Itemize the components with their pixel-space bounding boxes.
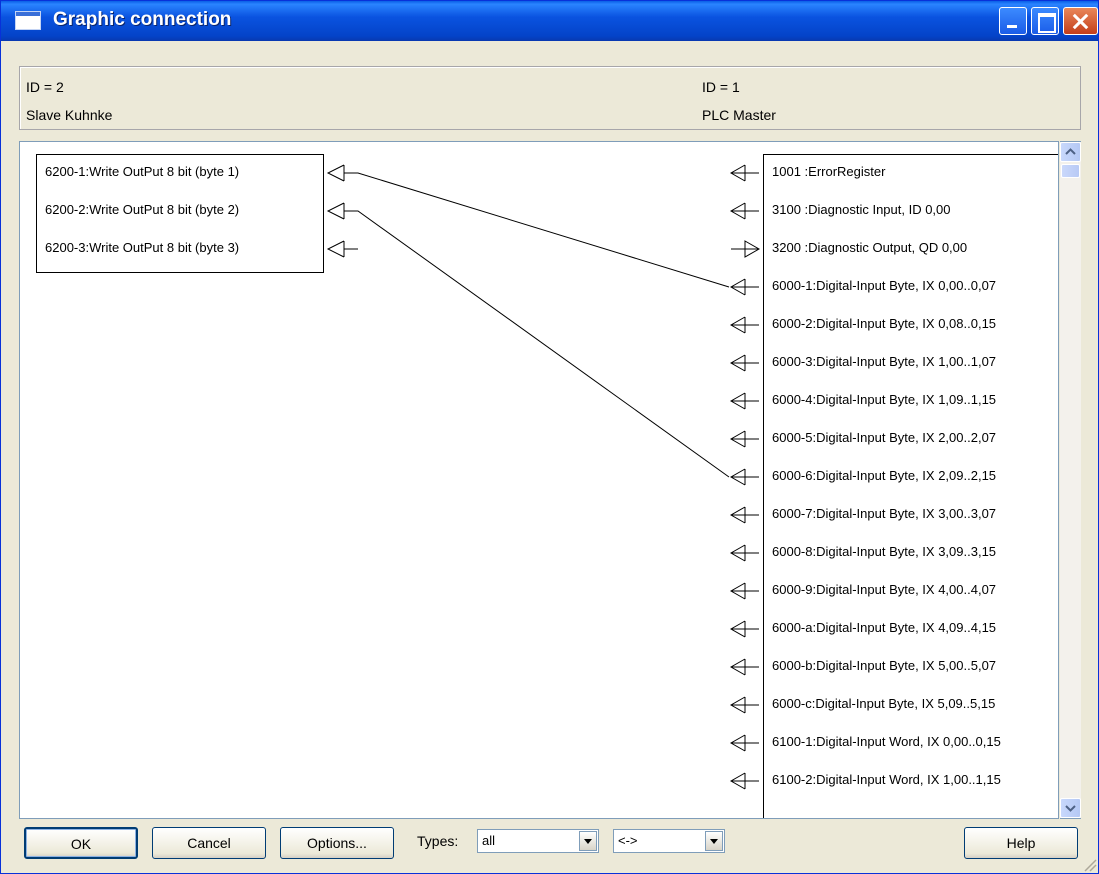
window-title: Graphic connection [53, 9, 232, 30]
slave-object-list: 6200-1:Write OutPut 8 bit (byte 1) 6200-2… [36, 154, 324, 273]
chevron-up-icon [1065, 148, 1076, 155]
types-label: Types: [417, 833, 459, 849]
connection-line[interactable] [344, 172, 730, 288]
slave-name: Slave Kuhnke [26, 107, 113, 123]
master-object-item[interactable]: 1001 :ErrorRegister [772, 164, 1054, 179]
input-port-icon [729, 734, 759, 752]
master-object-item[interactable]: 6000-c:Digital-Input Byte, IX 5,09..5,15 [772, 696, 1054, 711]
device-info-panel: ID = 2 Slave Kuhnke ID = 1 PLC Master [19, 66, 1081, 130]
master-name: PLC Master [702, 107, 776, 123]
ok-button[interactable]: OK [24, 827, 138, 859]
slave-object-item[interactable]: 6200-3:Write OutPut 8 bit (byte 3) [45, 240, 317, 255]
input-port-icon [729, 164, 759, 182]
input-port-icon [729, 696, 759, 714]
graphic-connection-window: Graphic connection ID = 2 Slave Kuhnke I… [0, 0, 1099, 874]
master-object-item[interactable]: 3100 :Diagnostic Input, ID 0,00 [772, 202, 1054, 217]
master-object-item[interactable]: 6000-5:Digital-Input Byte, IX 2,00..2,07 [772, 430, 1054, 445]
master-object-item[interactable]: 6000-7:Digital-Input Byte, IX 3,00..3,07 [772, 506, 1054, 521]
master-object-item[interactable]: 6100-2:Digital-Input Word, IX 1,00..1,15 [772, 772, 1054, 787]
connection-canvas[interactable]: 6200-1:Write OutPut 8 bit (byte 1) 6200-2… [19, 141, 1059, 819]
types-select[interactable]: all [477, 829, 599, 853]
help-button[interactable]: Help [964, 827, 1078, 859]
window-icon [15, 11, 41, 30]
vertical-scrollbar[interactable] [1060, 141, 1081, 819]
dropdown-arrow-icon[interactable] [705, 831, 723, 851]
master-object-item[interactable]: 6000-8:Digital-Input Byte, IX 3,09..3,15 [772, 544, 1054, 559]
input-port-icon [326, 164, 358, 182]
input-port-icon [729, 392, 759, 410]
scroll-up-button[interactable] [1060, 142, 1081, 162]
minimize-button[interactable] [999, 7, 1027, 35]
connection-line[interactable] [344, 210, 730, 478]
slave-object-item[interactable]: 6200-2:Write OutPut 8 bit (byte 2) [45, 202, 317, 217]
input-port-icon [729, 544, 759, 562]
cancel-button[interactable]: Cancel [152, 827, 266, 859]
direction-select[interactable]: <-> [613, 829, 725, 853]
slave-object-item[interactable]: 6200-1:Write OutPut 8 bit (byte 1) [45, 164, 317, 179]
input-port-icon [326, 240, 358, 258]
scroll-thumb[interactable] [1061, 164, 1080, 178]
input-port-icon [729, 202, 759, 220]
input-port-icon [729, 506, 759, 524]
master-object-item[interactable]: 6100-1:Digital-Input Word, IX 0,00..0,15 [772, 734, 1054, 749]
input-port-icon [729, 468, 759, 486]
master-id: ID = 1 [702, 79, 740, 95]
close-button[interactable] [1063, 7, 1098, 35]
input-port-icon [729, 354, 759, 372]
slave-id: ID = 2 [26, 79, 64, 95]
input-port-icon [729, 772, 759, 790]
direction-select-value: <-> [618, 833, 638, 848]
input-port-icon [729, 582, 759, 600]
master-object-item[interactable]: 6000-4:Digital-Input Byte, IX 1,09..1,15 [772, 392, 1054, 407]
dropdown-arrow-icon[interactable] [579, 831, 597, 851]
chevron-down-icon [1065, 805, 1076, 812]
master-object-item[interactable]: 3200 :Diagnostic Output, QD 0,00 [772, 240, 1054, 255]
master-object-item[interactable]: 6000-2:Digital-Input Byte, IX 0,08..0,15 [772, 316, 1054, 331]
options-button[interactable]: Options... [280, 827, 394, 859]
input-port-icon [729, 658, 759, 676]
master-object-item[interactable]: 6000-a:Digital-Input Byte, IX 4,09..4,15 [772, 620, 1054, 635]
master-object-item[interactable]: 6000-b:Digital-Input Byte, IX 5,00..5,07 [772, 658, 1054, 673]
input-port-icon [729, 620, 759, 638]
input-port-icon [729, 278, 759, 296]
master-object-item[interactable]: 6000-6:Digital-Input Byte, IX 2,09..2,15 [772, 468, 1054, 483]
master-object-item[interactable]: 6000-3:Digital-Input Byte, IX 1,00..1,07 [772, 354, 1054, 369]
output-port-icon [731, 240, 761, 258]
maximize-button[interactable] [1031, 7, 1059, 35]
master-object-item[interactable]: 6000-9:Digital-Input Byte, IX 4,00..4,07 [772, 582, 1054, 597]
scroll-down-button[interactable] [1060, 798, 1081, 818]
resize-grip-icon[interactable] [1081, 856, 1097, 872]
title-bar[interactable]: Graphic connection [1, 1, 1098, 41]
types-select-value: all [482, 833, 496, 848]
input-port-icon [729, 316, 759, 334]
input-port-icon [326, 202, 358, 220]
master-object-item[interactable]: 6000-1:Digital-Input Byte, IX 0,00..0,07 [772, 278, 1054, 293]
master-object-list: 1001 :ErrorRegister 3100 :Diagnostic Inpu… [763, 154, 1058, 818]
input-port-icon [729, 430, 759, 448]
